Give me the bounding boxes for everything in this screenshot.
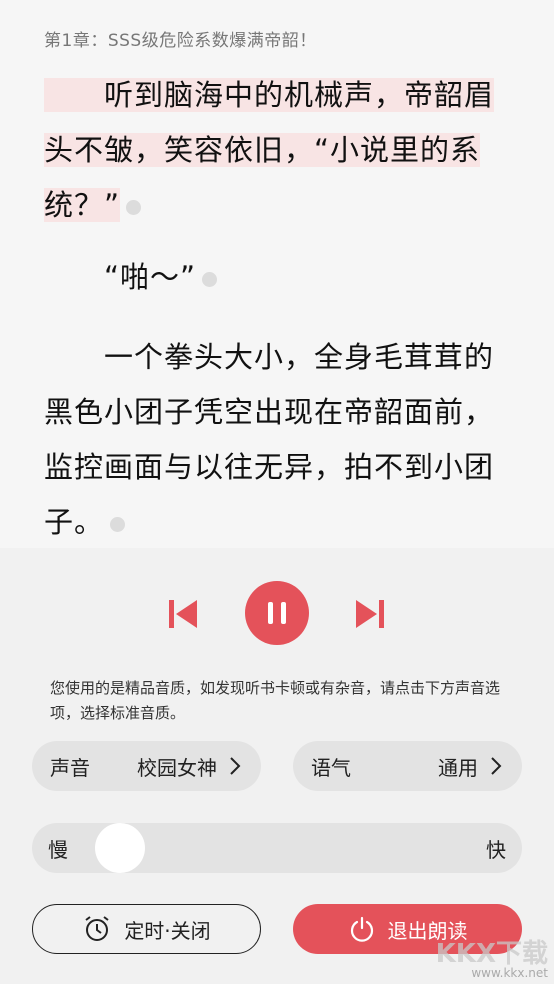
watermark-brand: KKX下载	[435, 939, 548, 969]
reader-content: 第1章：SSS级危险系数爆满帝韶！ 听到脑海中的机械声，帝韶眉 头不皱，笑容依旧…	[0, 0, 554, 548]
tone-selector[interactable]: 语气 通用	[293, 741, 522, 791]
tone-label: 语气	[311, 755, 351, 780]
skip-previous-icon	[169, 600, 197, 628]
tone-value: 通用	[438, 755, 478, 780]
voice-label: 声音	[50, 755, 90, 780]
highlight-line: 听到脑海中的机械声，帝韶眉	[44, 78, 495, 112]
chapter-title: 第1章：SSS级危险系数爆满帝韶！	[44, 31, 317, 51]
pause-button[interactable]	[245, 581, 309, 645]
audio-quality-notice: 您使用的是精品音质，如发现听书卡顿或有杂音，请点击下方声音选项，选择标准音质。	[50, 679, 501, 722]
watermark: KKX下载 www.kkx.net	[436, 933, 548, 980]
paragraph-text: “啪～”	[44, 260, 197, 294]
timer-button[interactable]: 定时·关闭	[32, 904, 261, 954]
skip-next-icon	[356, 600, 384, 628]
next-button[interactable]	[350, 594, 390, 634]
paragraph-marker-icon	[110, 516, 126, 532]
paragraph-line: 子。	[44, 505, 105, 539]
pause-icon	[268, 602, 286, 624]
paragraph-line: 一个拳头大小，全身毛茸茸的	[44, 340, 495, 374]
voice-value: 校园女神	[137, 755, 217, 780]
chevron-right-icon	[491, 757, 502, 775]
speed-fast-label: 快	[486, 837, 506, 862]
paragraph-line: 黑色小团子凭空出现在帝韶面前，	[44, 395, 495, 429]
speed-slider-thumb[interactable]	[95, 823, 145, 873]
highlight-line: 统？”	[44, 188, 121, 222]
paragraph-highlighted[interactable]: 听到脑海中的机械声，帝韶眉 头不皱，笑容依旧，“小说里的系 统？”	[44, 68, 514, 233]
alarm-clock-icon	[85, 916, 109, 941]
power-icon	[350, 916, 373, 942]
previous-button[interactable]	[163, 594, 203, 634]
paragraph-line: 监控画面与以往无异，拍不到小团	[44, 450, 495, 484]
paragraph-marker-icon	[202, 271, 218, 287]
tts-control-panel: 您使用的是精品音质，如发现听书卡顿或有杂音，请点击下方声音选项，选择标准音质。 …	[0, 548, 554, 984]
speed-slider[interactable]: 慢 快	[32, 823, 522, 873]
highlight-line: 头不皱，笑容依旧，“小说里的系	[44, 133, 481, 167]
paragraph-marker-icon	[126, 199, 142, 215]
voice-selector[interactable]: 声音 校园女神	[32, 741, 261, 791]
speed-slow-label: 慢	[48, 837, 68, 862]
paragraph[interactable]: “啪～”	[44, 250, 514, 305]
paragraph[interactable]: 一个拳头大小，全身毛茸茸的 黑色小团子凭空出现在帝韶面前， 监控画面与以往无异，…	[44, 330, 514, 550]
timer-label: 定时·关闭	[124, 918, 211, 943]
chevron-right-icon	[230, 757, 241, 775]
